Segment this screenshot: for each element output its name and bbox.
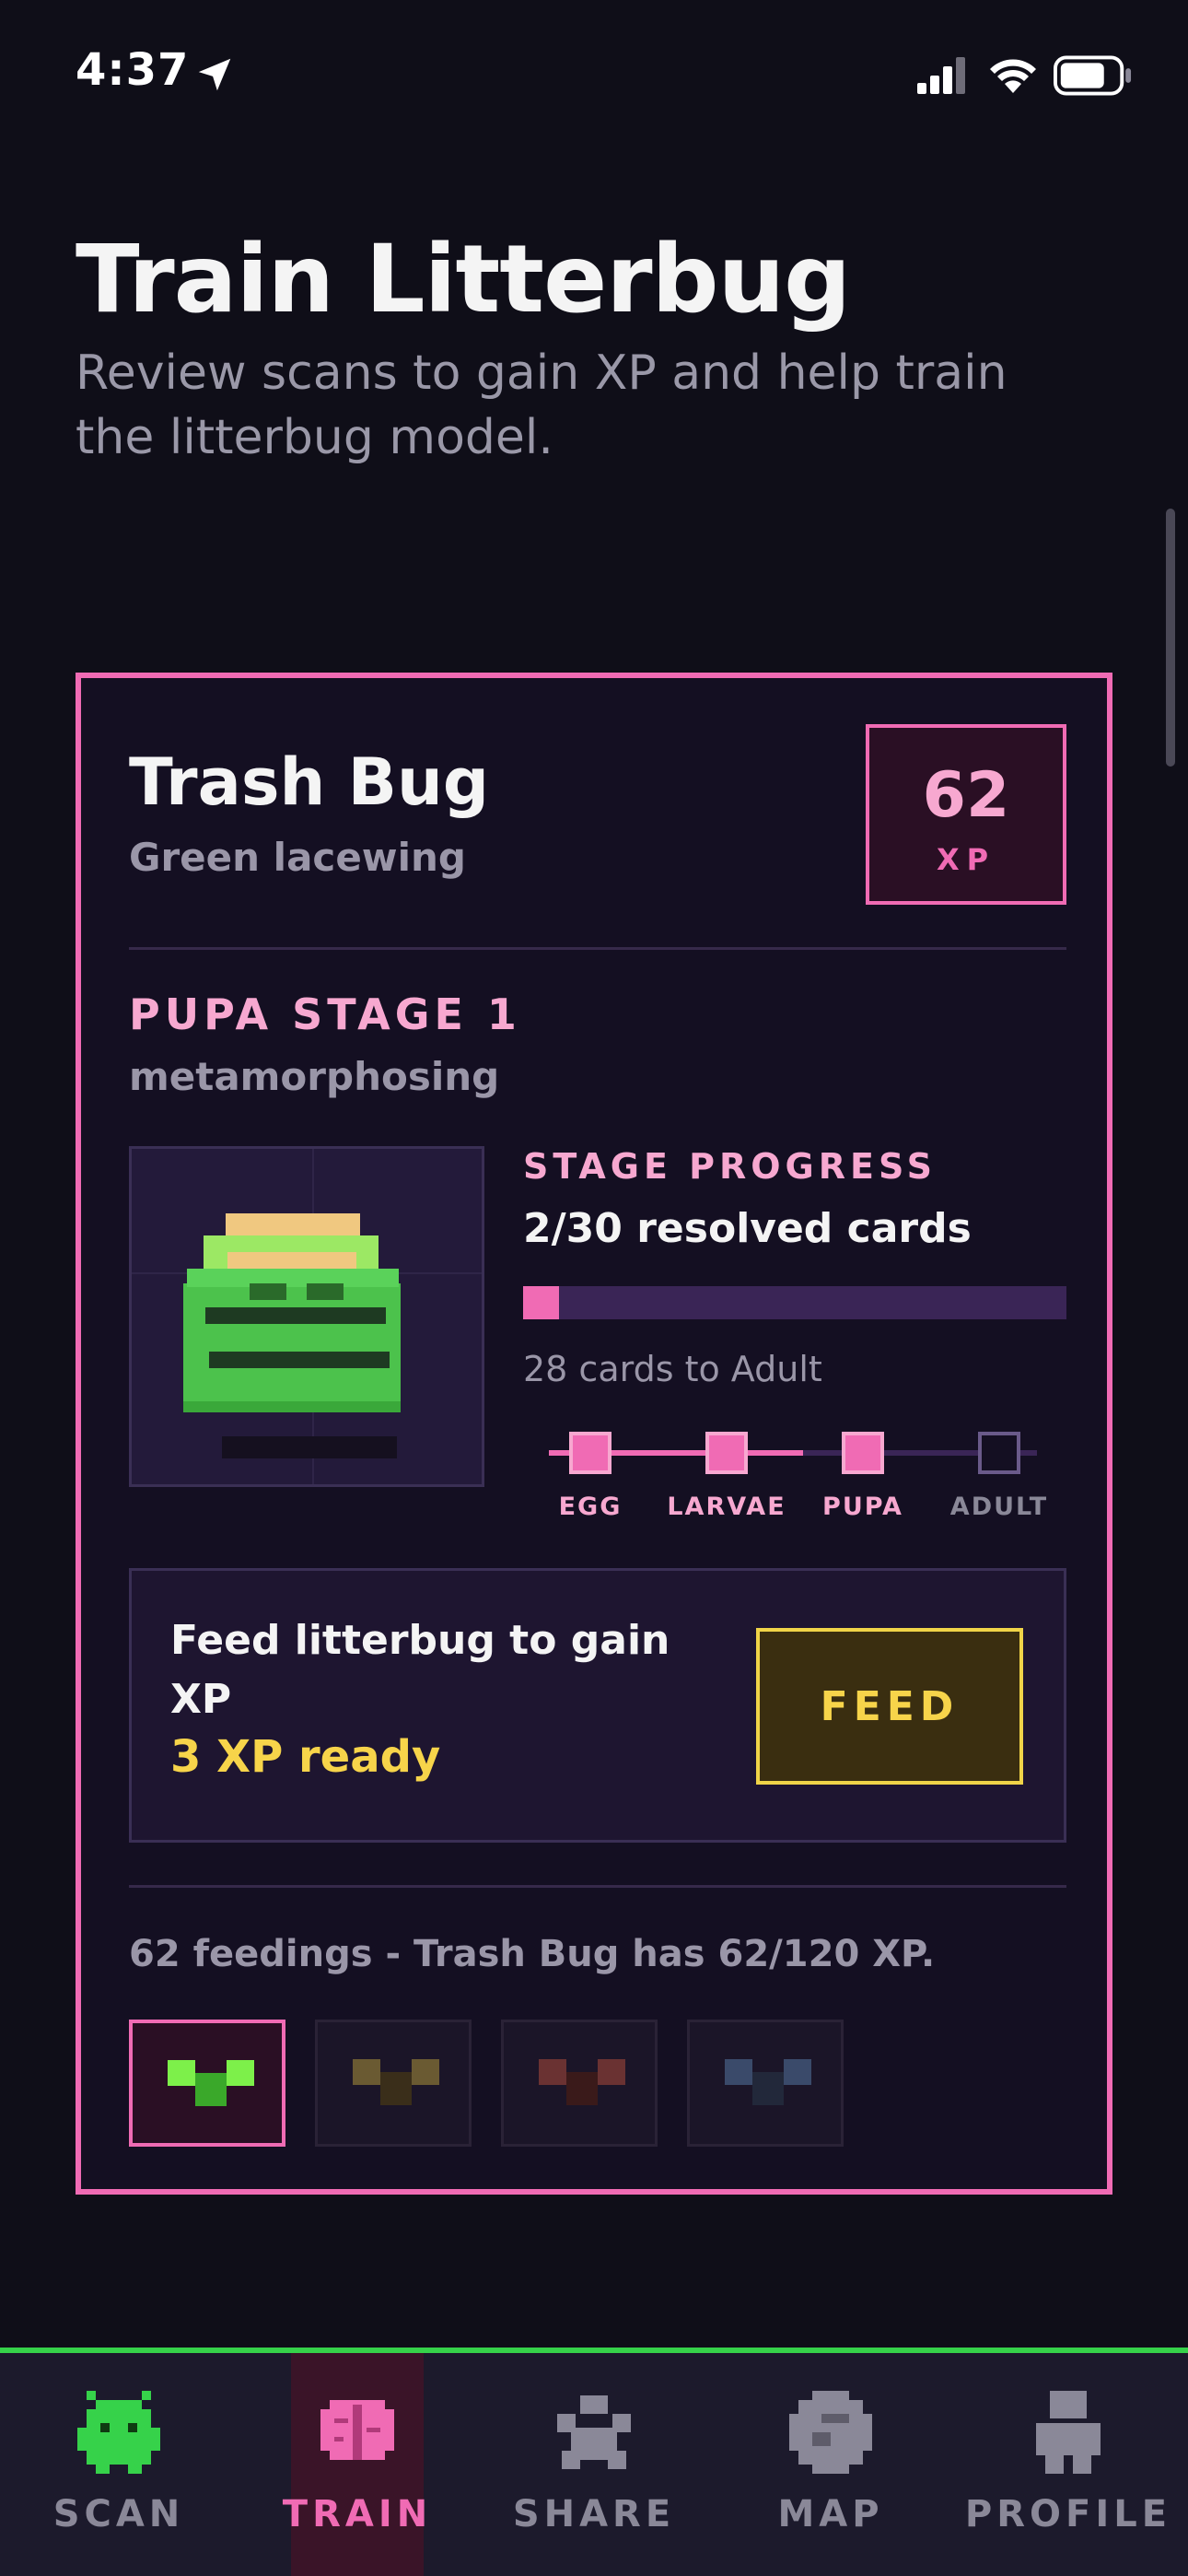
- pupa-sprite-icon: [183, 1213, 401, 1458]
- tab-train[interactable]: TRAIN: [283, 2353, 427, 2576]
- page-title: Train Litterbug: [76, 225, 851, 334]
- tab-bar: SCAN TRAIN SHARE MAP PROFILE: [0, 2348, 1188, 2576]
- status-time: 4:37: [76, 44, 190, 96]
- tab-share[interactable]: SHARE: [497, 2353, 691, 2576]
- stage-node-label: ADULT: [949, 1493, 1049, 1521]
- stage-node-pupa: [842, 1432, 884, 1474]
- stage-node-label: PUPA: [822, 1493, 903, 1521]
- stage-node-larvae: [705, 1432, 748, 1474]
- stage-progress-fill: [523, 1286, 560, 1319]
- paw-icon: [557, 2395, 631, 2469]
- stage-progress-bar: [523, 1286, 1066, 1319]
- tab-profile[interactable]: PROFILE: [958, 2353, 1179, 2576]
- bug-variant-icon: [168, 2060, 254, 2106]
- status-bar: 4:37: [0, 0, 1188, 147]
- feed-panel: Feed litterbug to gain XP 3 XP ready FEE…: [129, 1568, 1066, 1843]
- bug-variant-3[interactable]: [501, 2020, 658, 2147]
- stage-title: PUPA STAGE 1: [129, 989, 521, 1039]
- stage-progress-label: STAGE PROGRESS: [523, 1146, 937, 1187]
- bug-species: Green lacewing: [129, 835, 466, 880]
- xp-badge: 62 XP: [866, 724, 1066, 905]
- wifi-icon: [990, 59, 1036, 93]
- stage-progress-count: 2/30 resolved cards: [523, 1205, 972, 1252]
- divider: [129, 1885, 1066, 1888]
- tab-label: TRAIN: [282, 2493, 433, 2535]
- globe-icon: [789, 2391, 872, 2474]
- bug-variant-4[interactable]: [687, 2020, 844, 2147]
- bug-variant-icon: [725, 2059, 811, 2105]
- bug-variant-icon: [353, 2059, 439, 2105]
- xp-value: 62: [922, 759, 1010, 832]
- stage-node-egg: [569, 1432, 611, 1474]
- stage-subtitle: metamorphosing: [129, 1054, 500, 1099]
- battery-icon: [1054, 55, 1132, 96]
- feed-description: Feed litterbug to gain XP: [170, 1617, 670, 1723]
- bug-variant-1[interactable]: [129, 2020, 285, 2147]
- location-arrow-icon: [198, 58, 231, 91]
- litterbug-card: Trash Bug Green lacewing 62 XP PUPA STAG…: [76, 673, 1112, 2195]
- bug-variant-icon: [539, 2059, 625, 2105]
- alien-bug-icon: [77, 2391, 160, 2474]
- stage-node-adult: [978, 1432, 1020, 1474]
- stage-node-label: LARVAE: [667, 1493, 786, 1521]
- feed-button[interactable]: FEED: [756, 1628, 1023, 1785]
- cards-to-next-stage: 28 cards to Adult: [523, 1349, 822, 1389]
- feedings-summary: 62 feedings - Trash Bug has 62/120 XP.: [129, 1933, 936, 1975]
- tab-label: MAP: [777, 2493, 884, 2535]
- stage-track: [549, 1450, 1037, 1456]
- person-icon: [1036, 2391, 1101, 2474]
- tab-label: PROFILE: [964, 2493, 1172, 2535]
- page-subtitle: Review scans to gain XP and help train t…: [76, 345, 1007, 465]
- divider: [129, 947, 1066, 950]
- scrollbar[interactable]: [1166, 509, 1175, 767]
- tab-map[interactable]: MAP: [746, 2353, 915, 2576]
- brain-icon: [320, 2400, 394, 2460]
- feed-xp-ready: 3 XP ready: [170, 1731, 441, 1783]
- tab-scan[interactable]: SCAN: [0, 2353, 238, 2576]
- tab-label: SHARE: [512, 2493, 676, 2535]
- bug-name: Trash Bug: [129, 744, 489, 820]
- tab-label: SCAN: [52, 2493, 185, 2535]
- bug-variant-2[interactable]: [315, 2020, 472, 2147]
- bug-sprite-frame: [129, 1146, 484, 1487]
- xp-label: XP: [936, 842, 996, 877]
- stage-node-label: EGG: [558, 1493, 623, 1521]
- cellular-signal-icon: [917, 57, 965, 94]
